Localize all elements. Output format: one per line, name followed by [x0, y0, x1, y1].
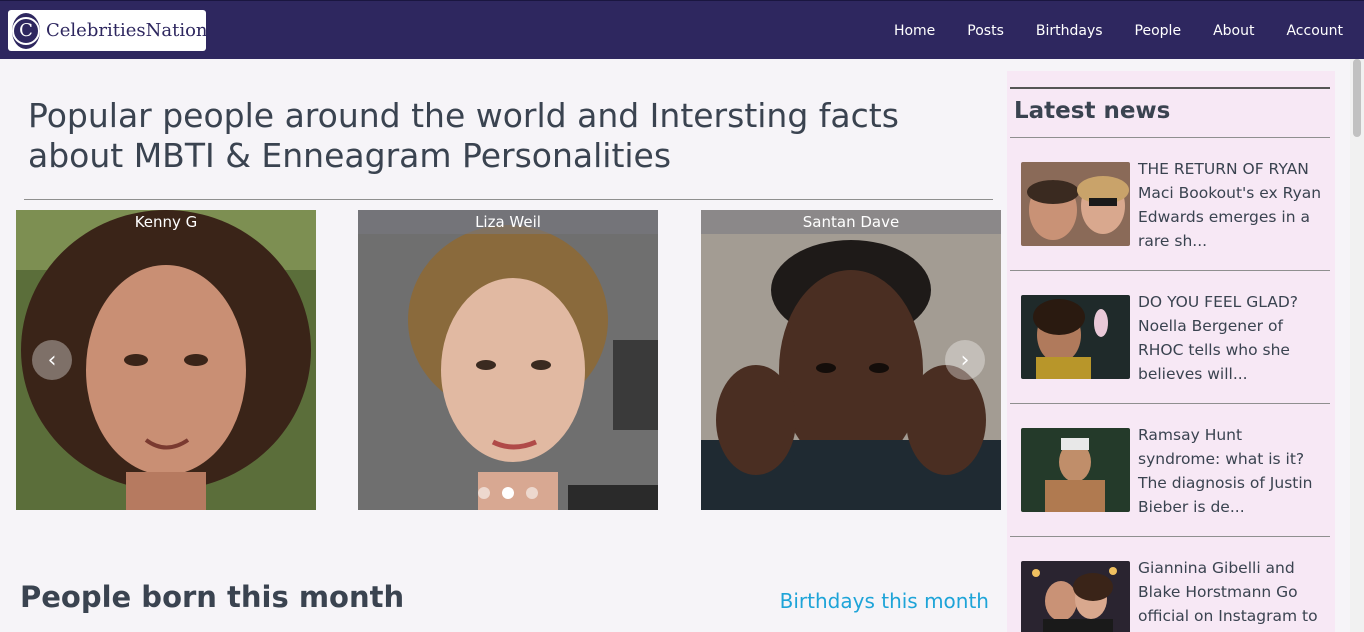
- news-headline: Giannina Gibelli and Blake Horstmann Go …: [1138, 559, 1318, 632]
- news-headline: DO YOU FEEL GLAD? Noella Bergener of RHO…: [1138, 293, 1298, 383]
- nav-people[interactable]: People: [1135, 23, 1182, 39]
- carousel-prev-button[interactable]: ‹: [32, 340, 72, 380]
- carousel-dot[interactable]: [478, 487, 490, 499]
- carousel-next-button[interactable]: ›: [945, 340, 985, 380]
- news-thumbnail: [1021, 162, 1130, 246]
- logo-text: CelebritiesNation: [46, 20, 208, 41]
- nav-about[interactable]: About: [1213, 23, 1254, 39]
- site-logo[interactable]: C CelebritiesNation: [8, 10, 208, 51]
- divider: [1010, 137, 1330, 138]
- divider: [1010, 536, 1330, 537]
- liza-weil-photo: [358, 210, 658, 510]
- divider: [1010, 270, 1330, 271]
- main-nav: Home Posts Birthdays People About Accoun…: [894, 1, 1364, 60]
- nav-account[interactable]: Account: [1286, 23, 1343, 39]
- news-item[interactable]: Ramsay Hunt syndrome: what is it? The di…: [1021, 426, 1331, 519]
- page-title: Popular people around the world and Inte…: [28, 96, 899, 175]
- logo-emblem-icon: C: [12, 12, 40, 49]
- logo-emblem-letter: C: [12, 16, 40, 45]
- top-navbar: C CelebritiesNation Home Posts Birthdays…: [0, 0, 1364, 59]
- news-thumbnail: [1021, 561, 1130, 632]
- carousel-dot[interactable]: [526, 487, 538, 499]
- news-thumbnail: [1021, 295, 1130, 379]
- nav-home[interactable]: Home: [894, 23, 935, 39]
- chevron-right-icon: ›: [960, 347, 970, 373]
- news-item[interactable]: THE RETURN OF RYAN Maci Bookout's ex Rya…: [1021, 160, 1331, 253]
- divider: [1010, 403, 1330, 404]
- slide-name: Santan Dave: [701, 210, 1001, 234]
- divider: [1010, 87, 1330, 89]
- carousel-slide-liza-weil[interactable]: Liza Weil: [358, 210, 658, 510]
- sidebar-title: Latest news: [1014, 98, 1171, 124]
- slide-name: Liza Weil: [358, 210, 658, 234]
- scrollbar-thumb[interactable]: [1353, 59, 1361, 137]
- carousel-indicators: [478, 487, 538, 499]
- birthdays-this-month-link[interactable]: Birthdays this month: [780, 589, 989, 613]
- carousel-dot-active[interactable]: [502, 487, 514, 499]
- news-headline: THE RETURN OF RYAN Maci Bookout's ex Rya…: [1138, 160, 1322, 250]
- news-item[interactable]: DO YOU FEEL GLAD? Noella Bergener of RHO…: [1021, 293, 1331, 386]
- divider: [24, 199, 993, 200]
- news-thumbnail: [1021, 428, 1130, 512]
- nav-birthdays[interactable]: Birthdays: [1036, 23, 1103, 39]
- nav-posts[interactable]: Posts: [967, 23, 1004, 39]
- chevron-left-icon: ‹: [47, 347, 57, 373]
- latest-news-sidebar: Latest news THE RETURN OF RYAN Maci Book…: [1007, 71, 1335, 632]
- section-title-born-this-month: People born this month: [20, 580, 405, 614]
- news-headline: Ramsay Hunt syndrome: what is it? The di…: [1138, 426, 1313, 516]
- news-item[interactable]: Giannina Gibelli and Blake Horstmann Go …: [1021, 559, 1331, 632]
- page-scrollbar[interactable]: [1350, 59, 1364, 632]
- slide-name: Kenny G: [134, 213, 198, 231]
